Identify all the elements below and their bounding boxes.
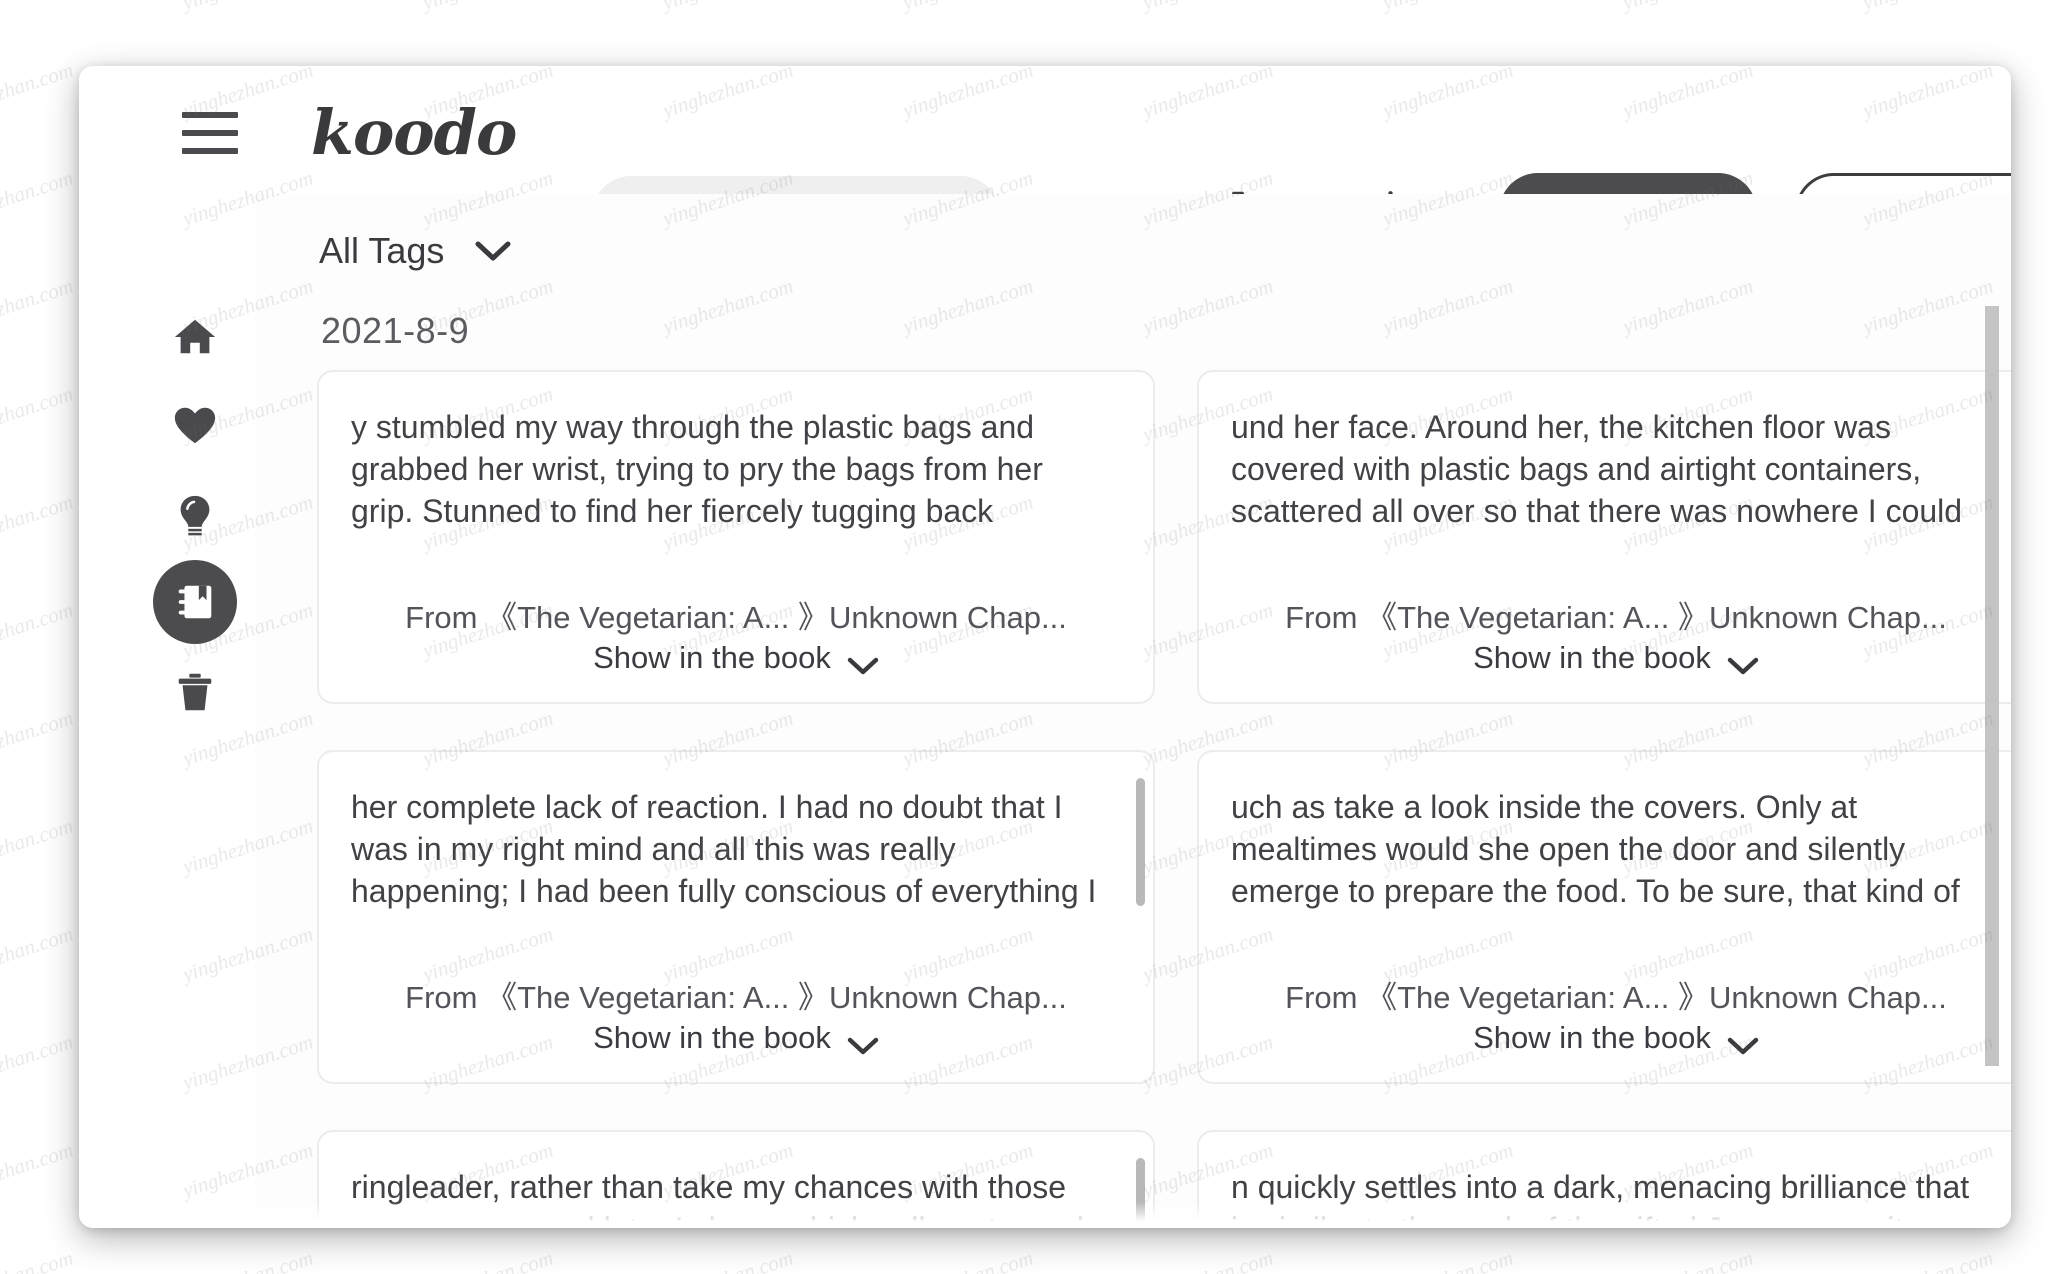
watermark-text: yinghezhan.com <box>1619 1246 1756 1274</box>
highlight-card-grid: y stumbled my way through the plastic ba… <box>255 370 2011 1228</box>
hamburger-bar <box>182 112 238 118</box>
page-backdrop: koodo Search my highlights All Tags 2021… <box>0 0 2065 1274</box>
show-in-book-label: Show in the book <box>593 640 831 675</box>
sidebar-item-home[interactable] <box>153 294 237 378</box>
show-in-book-button[interactable]: Show in the book <box>1199 640 2011 676</box>
card-scrollbar[interactable] <box>1136 778 1145 906</box>
show-in-book-label: Show in the book <box>1473 1020 1711 1055</box>
hamburger-menu-icon[interactable] <box>182 112 238 154</box>
watermark-text: yinghezhan.com <box>1379 0 1516 15</box>
trash-icon <box>178 673 212 711</box>
sidebar-item-trash[interactable] <box>153 650 237 734</box>
heart-icon <box>174 407 216 444</box>
watermark-text: yinghezhan.com <box>179 1246 316 1274</box>
highlight-text: uch as take a look inside the covers. On… <box>1231 789 1960 920</box>
app-window: koodo Search my highlights All Tags 2021… <box>79 66 2011 1228</box>
highlight-source: From 《The Vegetarian: A... 》Unknown Chap… <box>1285 600 1947 635</box>
highlights-panel: All Tags 2021-8-9 y stumbled my way thro… <box>255 194 2011 1228</box>
watermark-text: yinghezhan.com <box>0 705 77 771</box>
chevron-down-icon <box>847 648 879 675</box>
tag-filter-dropdown[interactable]: All Tags <box>319 230 512 272</box>
watermark-text: yinghezhan.com <box>899 0 1036 15</box>
highlight-card[interactable]: her complete lack of reaction. I had no … <box>317 750 1155 1084</box>
chevron-down-icon <box>1727 1028 1759 1055</box>
highlight-source: From 《The Vegetarian: A... 》Unknown Chap… <box>405 980 1067 1015</box>
watermark-text: yinghezhan.com <box>659 0 796 15</box>
sidebar-item-ideas[interactable] <box>153 474 237 558</box>
app-logo: koodo <box>311 96 517 169</box>
watermark-text: yinghezhan.com <box>1139 1246 1276 1274</box>
watermark-text: yinghezhan.com <box>0 813 77 879</box>
watermark-text: yinghezhan.com <box>1379 1246 1516 1274</box>
chevron-down-icon <box>1727 648 1759 675</box>
card-scrollbar[interactable] <box>1136 1158 1145 1228</box>
highlight-card[interactable]: y stumbled my way through the plastic ba… <box>317 370 1155 704</box>
watermark-text: yinghezhan.com <box>0 0 76 15</box>
highlight-text: ringleader, rather than take my chances … <box>351 1169 1100 1228</box>
sidebar-item-favorites[interactable] <box>153 384 237 468</box>
date-heading: 2021-8-9 <box>321 310 470 351</box>
home-icon <box>174 319 216 354</box>
show-in-book-button[interactable]: Show in the book <box>319 1020 1153 1056</box>
watermark-text: yinghezhan.com <box>1619 0 1756 15</box>
highlight-text: und her face. Around her, the kitchen fl… <box>1231 409 1963 540</box>
highlight-source: From 《The Vegetarian: A... 》Unknown Chap… <box>1285 980 1947 1015</box>
watermark-text: yinghezhan.com <box>0 489 77 555</box>
watermark-text: yinghezhan.com <box>0 1246 76 1274</box>
show-in-book-button[interactable]: Show in the book <box>319 640 1153 676</box>
show-in-book-label: Show in the book <box>593 1020 831 1055</box>
watermark-text: yinghezhan.com <box>0 381 77 447</box>
watermark-text: yinghezhan.com <box>0 1029 77 1095</box>
hamburger-bar <box>182 148 238 154</box>
chevron-down-icon <box>474 239 512 263</box>
show-in-book-label: Show in the book <box>1473 640 1711 675</box>
watermark-text: yinghezhan.com <box>1139 0 1276 15</box>
watermark-text: yinghezhan.com <box>1859 1246 1996 1274</box>
sidebar-rail <box>79 194 255 1228</box>
watermark-text: yinghezhan.com <box>179 0 316 15</box>
highlight-card[interactable]: n quickly settles into a dark, menacing … <box>1197 1130 2011 1228</box>
watermark-text: yinghezhan.com <box>0 273 77 339</box>
watermark-text: yinghezhan.com <box>659 1246 796 1274</box>
notebook-bookmark-icon <box>178 585 212 619</box>
scrollbar-track[interactable] <box>1985 194 2005 1228</box>
chevron-down-icon <box>847 1028 879 1055</box>
show-in-book-button[interactable]: Show in the book <box>1199 1020 2011 1056</box>
watermark-text: yinghezhan.com <box>1859 0 1996 15</box>
highlight-text: her complete lack of reaction. I had no … <box>351 789 1097 920</box>
highlight-card[interactable]: und her face. Around her, the kitchen fl… <box>1197 370 2011 704</box>
top-toolbar: koodo Search my highlights <box>79 66 2011 254</box>
highlight-text: n quickly settles into a dark, menacing … <box>1231 1169 1970 1228</box>
watermark-text: yinghezhan.com <box>0 921 77 987</box>
watermark-text: yinghezhan.com <box>419 0 556 15</box>
hamburger-bar <box>182 130 238 136</box>
tag-filter-label: All Tags <box>319 230 445 271</box>
highlight-text: y stumbled my way through the plastic ba… <box>351 409 1064 540</box>
watermark-text: yinghezhan.com <box>0 165 77 231</box>
lightbulb-icon <box>180 495 210 536</box>
watermark-text: yinghezhan.com <box>0 1137 77 1203</box>
watermark-text: yinghezhan.com <box>899 1246 1036 1274</box>
highlight-card[interactable]: uch as take a look inside the covers. On… <box>1197 750 2011 1084</box>
highlight-source: From 《The Vegetarian: A... 》Unknown Chap… <box>405 600 1067 635</box>
watermark-text: yinghezhan.com <box>0 57 77 123</box>
main-vertical-scrollbar[interactable] <box>1985 306 1999 1066</box>
watermark-text: yinghezhan.com <box>0 597 77 663</box>
sidebar-item-highlights[interactable] <box>153 560 237 644</box>
highlight-card[interactable]: ringleader, rather than take my chances … <box>317 1130 1155 1228</box>
watermark-text: yinghezhan.com <box>419 1246 556 1274</box>
